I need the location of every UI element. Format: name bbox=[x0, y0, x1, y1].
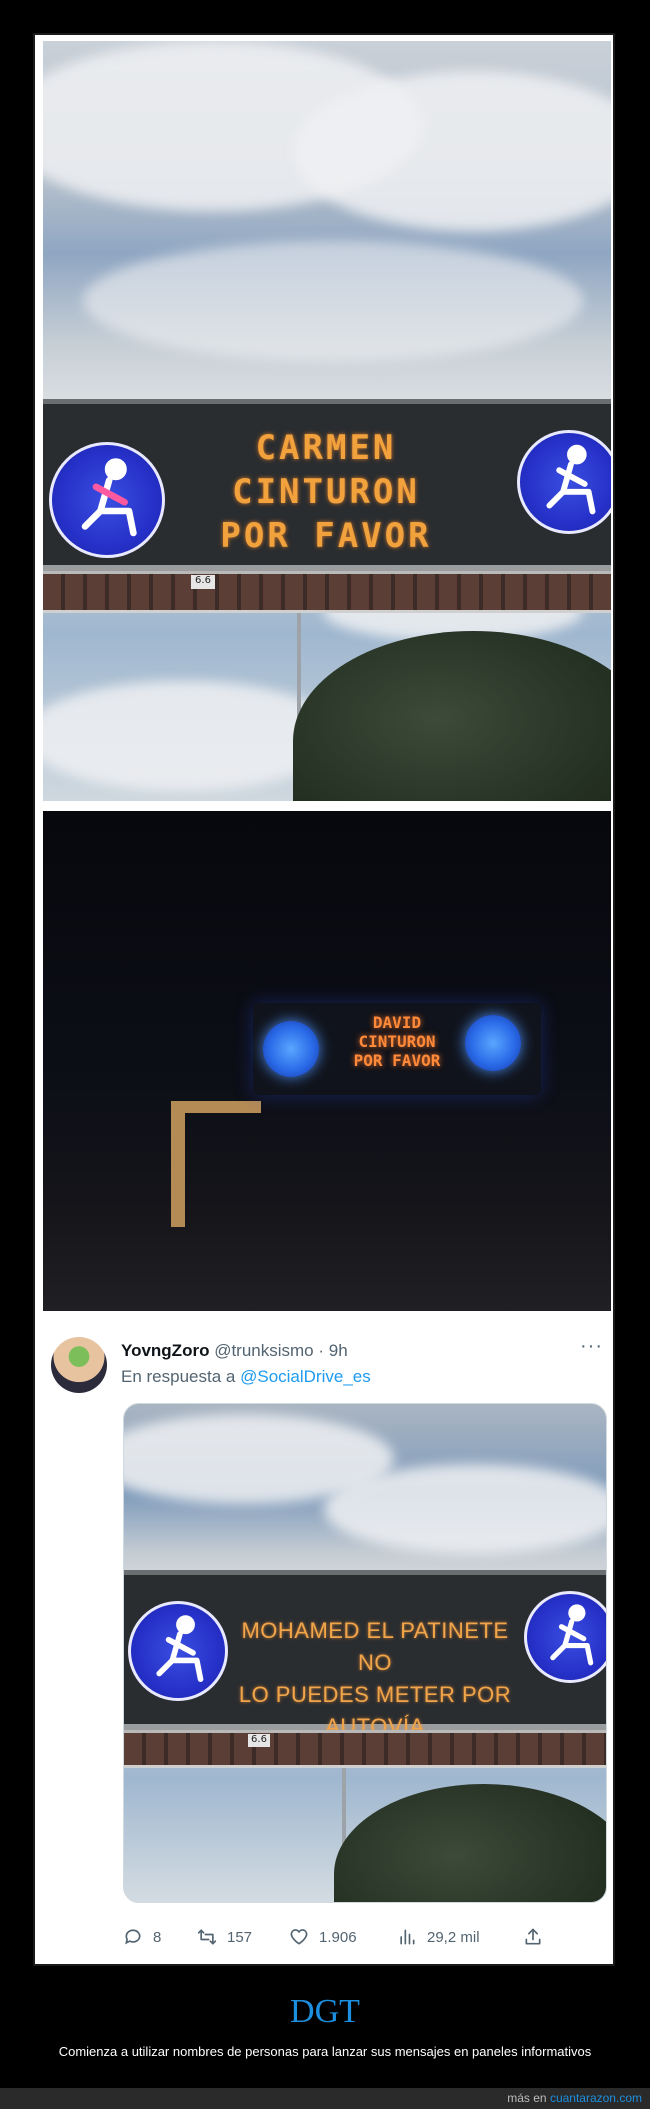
like-button[interactable]: 1.906 bbox=[289, 1927, 357, 1947]
sign-line-3: POR FAVOR bbox=[353, 1051, 441, 1070]
retweet-count: 157 bbox=[227, 1928, 253, 1946]
sign-line-1: MOHAMED EL PATINETE NO bbox=[241, 1618, 509, 1675]
seatbelt-sign-left-icon bbox=[263, 1021, 319, 1077]
reply-mention-link[interactable]: @SocialDrive_es bbox=[240, 1367, 371, 1386]
message-board: CARMEN CINTURON POR FAVOR bbox=[43, 399, 611, 571]
seatbelt-sign-left-icon bbox=[49, 442, 165, 558]
reply-icon bbox=[125, 1929, 141, 1945]
tweet-author[interactable]: YovngZoro @trunksismo · 9h bbox=[121, 1341, 348, 1361]
seatbelt-sign-right-icon bbox=[524, 1591, 606, 1683]
tree bbox=[334, 1784, 606, 1902]
footer-bar: más en cuantarazon.com bbox=[0, 2088, 650, 2109]
retweet-icon bbox=[197, 1929, 217, 1945]
more-options-icon[interactable]: ··· bbox=[580, 1335, 603, 1358]
sign-line-3: POR FAVOR bbox=[220, 516, 432, 556]
footer-text: más en cuantarazon.com bbox=[507, 2091, 642, 2105]
sign-line-2: CINTURON bbox=[358, 1032, 436, 1051]
km-plate: 6.6 bbox=[191, 575, 215, 589]
km-plate: 6.6 bbox=[248, 1734, 270, 1747]
seatbelt-sign-left-icon bbox=[128, 1601, 228, 1701]
reply-context: En respuesta a @SocialDrive_es bbox=[121, 1367, 371, 1387]
tree bbox=[293, 631, 611, 801]
avatar[interactable] bbox=[51, 1337, 107, 1393]
post-frame: CARMEN CINTURON POR FAVOR 6.6 DAVID CINT… bbox=[33, 33, 615, 1966]
share-icon bbox=[525, 1928, 541, 1945]
timestamp[interactable]: · 9h bbox=[318, 1341, 347, 1360]
heart-icon bbox=[290, 1929, 308, 1945]
reply-prefix: En respuesta a bbox=[121, 1367, 236, 1386]
reply-button[interactable]: 8 bbox=[123, 1927, 161, 1947]
footer-prefix: más en bbox=[507, 2091, 547, 2105]
caption-subtitle: Comienza a utilizar nombres de personas … bbox=[58, 2044, 592, 2059]
site-link[interactable]: cuantarazon.com bbox=[550, 2091, 642, 2105]
gantry-truss bbox=[124, 1730, 606, 1768]
photo-night-gantry: DAVID CINTURON POR FAVOR bbox=[43, 811, 611, 1311]
views-button[interactable]: 29,2 mil bbox=[397, 1927, 480, 1947]
tweet-media[interactable]: MOHAMED EL PATINETE NO LO PUEDES METER P… bbox=[123, 1403, 607, 1903]
seatbelt-sign-right-icon bbox=[465, 1015, 521, 1071]
photo-day-gantry: CARMEN CINTURON POR FAVOR 6.6 bbox=[43, 41, 611, 801]
gantry-post bbox=[171, 1107, 185, 1227]
like-count: 1.906 bbox=[319, 1928, 357, 1946]
display-name[interactable]: YovngZoro bbox=[121, 1341, 209, 1360]
views-count: 29,2 mil bbox=[427, 1928, 480, 1946]
analytics-icon bbox=[400, 1929, 415, 1945]
share-button[interactable] bbox=[523, 1927, 543, 1947]
reply-count: 8 bbox=[153, 1928, 162, 1946]
tweet: YovngZoro @trunksismo · 9h ··· En respue… bbox=[43, 1321, 611, 1961]
message-board: MOHAMED EL PATINETE NO LO PUEDES METER P… bbox=[124, 1570, 606, 1739]
sign-line-1: DAVID bbox=[372, 1013, 422, 1032]
tweet-actions: 8 157 1.906 29,2 mil bbox=[123, 1927, 603, 1951]
retweet-button[interactable]: 157 bbox=[197, 1927, 252, 1947]
caption-title: DGT bbox=[290, 1993, 360, 2030]
sign-line-1: CARMEN bbox=[255, 428, 397, 468]
night-message-board: DAVID CINTURON POR FAVOR bbox=[253, 1003, 541, 1095]
gantry-truss bbox=[43, 571, 611, 613]
sign-line-2: CINTURON bbox=[232, 472, 420, 512]
gantry-arm bbox=[171, 1101, 261, 1113]
handle[interactable]: @trunksismo bbox=[214, 1341, 313, 1360]
seatbelt-sign-right-icon bbox=[517, 430, 611, 534]
